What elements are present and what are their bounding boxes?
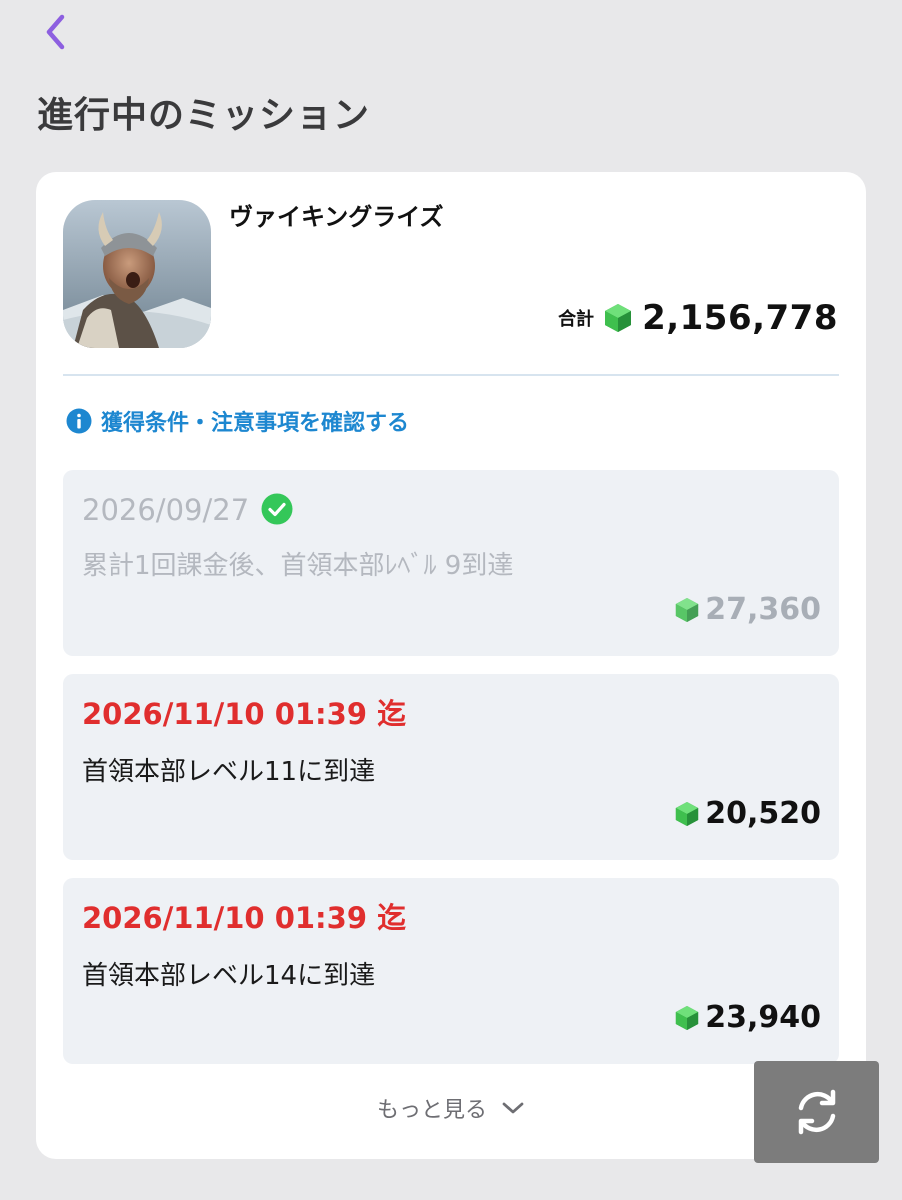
chevron-left-icon — [46, 14, 65, 50]
app-name: ヴァイキングライズ — [229, 203, 444, 231]
refresh-icon — [798, 1089, 835, 1135]
mission-item-completed[interactable]: 2026/09/27 累計1回課金後、首領本部ﾚﾍﾞﾙ 9到達 27,360 — [63, 470, 839, 656]
total-label: 合計 — [558, 309, 595, 330]
show-more-button[interactable]: もっと見る — [36, 1092, 866, 1124]
mission-reward: 27,360 — [675, 592, 821, 627]
mission-item[interactable]: 2026/11/10 01:39 迄 首領本部レベル11に到達 20,520 — [63, 674, 839, 860]
divider — [63, 374, 839, 376]
refresh-button[interactable] — [754, 1061, 879, 1163]
mission-reward: 20,520 — [675, 796, 821, 831]
mission-date: 2026/09/27 — [82, 490, 293, 530]
show-more-label: もっと見る — [376, 1098, 487, 1123]
terms-link[interactable]: 獲得条件・注意事項を確認する — [66, 405, 409, 437]
page-title: 進行中のミッション — [37, 95, 371, 136]
total-reward: 合計 2,156,778 — [558, 298, 838, 338]
chevron-down-icon — [502, 1102, 524, 1114]
mission-item[interactable]: 2026/11/10 01:39 迄 首領本部レベル14に到達 23,940 — [63, 878, 839, 1064]
mission-deadline: 2026/11/10 01:39 迄 — [82, 697, 407, 731]
mission-deadline: 2026/11/10 01:39 迄 — [82, 901, 407, 935]
mission-reward: 23,940 — [675, 1000, 821, 1035]
mission-card: ヴァイキングライズ 合計 2,156,778 獲得条件・注意事項を確認する 20… — [36, 172, 866, 1159]
gem-icon — [676, 1005, 699, 1030]
gem-icon — [676, 597, 699, 622]
terms-link-label: 獲得条件・注意事項を確認する — [101, 411, 410, 436]
back-button[interactable] — [34, 10, 78, 54]
mission-description: 首領本部レベル14に到達 — [82, 961, 376, 991]
mission-description: 累計1回課金後、首領本部ﾚﾍﾞﾙ 9到達 — [82, 551, 514, 581]
gem-icon — [605, 304, 632, 332]
total-value: 2,156,778 — [642, 298, 838, 338]
gem-icon — [676, 801, 699, 826]
app-icon[interactable] — [63, 200, 211, 348]
check-circle-icon — [261, 493, 293, 525]
info-icon — [66, 408, 92, 434]
mission-description: 首領本部レベル11に到達 — [82, 757, 376, 787]
